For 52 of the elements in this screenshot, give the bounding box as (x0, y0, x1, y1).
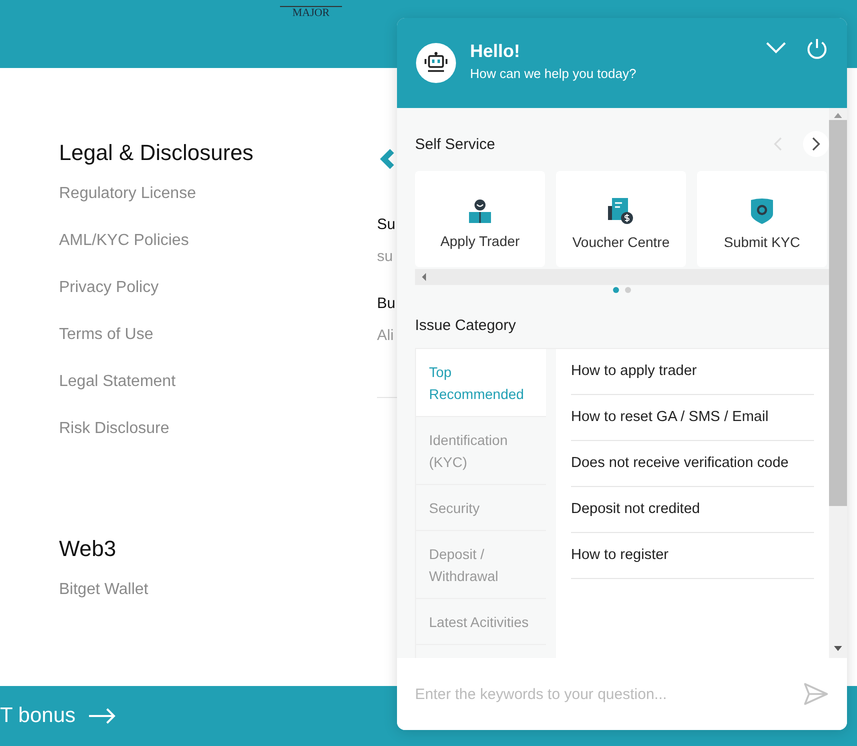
chat-title: Hello! (470, 41, 522, 62)
column-text: su (377, 247, 394, 267)
next-button[interactable] (803, 131, 829, 157)
column-text: Ali (377, 326, 395, 346)
power-icon (806, 38, 828, 60)
scrollbar[interactable] (415, 269, 829, 285)
send-icon (803, 682, 829, 706)
page-dot[interactable] (625, 287, 631, 293)
footer-link[interactable]: Privacy Policy (59, 278, 377, 298)
chevron-right-icon (812, 137, 820, 151)
category-tab[interactable]: Security (416, 485, 546, 531)
arrow-right-icon[interactable] (88, 708, 116, 724)
scroll-down-icon[interactable] (833, 645, 843, 653)
send-button[interactable] (803, 682, 829, 706)
section-title: Issue Category (415, 317, 517, 334)
footer-link[interactable]: Regulatory License (59, 184, 377, 204)
collapse-button[interactable] (766, 42, 786, 54)
question-link[interactable]: Does not receive verification code (571, 441, 814, 487)
banner-text: T bonus (0, 704, 76, 728)
category-tab[interactable]: Deposit / Withdrawal (416, 531, 546, 599)
power-button[interactable] (806, 38, 828, 60)
page-dot[interactable] (613, 287, 619, 293)
category-tab[interactable]: Identification (KYC) (416, 417, 546, 485)
footer-link[interactable]: AML/KYC Policies (59, 231, 377, 251)
scrollbar[interactable] (829, 108, 847, 658)
footer-link[interactable]: Legal Statement (59, 372, 377, 392)
footer-link[interactable]: Risk Disclosure (59, 419, 377, 439)
service-card[interactable]: Apply Trader (415, 171, 545, 267)
column-heading: Su (377, 215, 396, 235)
person-icon (469, 199, 491, 223)
service-card[interactable]: Submit KYC (697, 171, 827, 267)
category-tab[interactable]: Top Recommended (416, 349, 546, 417)
chat-subtitle: How can we help you today? (470, 66, 638, 81)
category-tab[interactable]: Latest Acitivities (416, 599, 546, 645)
footer-link[interactable]: Bitget Wallet (59, 580, 377, 600)
section-title: Self Service (415, 136, 496, 152)
section-heading: Web3 (59, 536, 118, 562)
footer-link[interactable]: Terms of Use (59, 325, 377, 345)
column-heading: Bu (377, 294, 396, 314)
chevron-left-icon (774, 137, 782, 151)
shield-icon (751, 198, 773, 224)
logo-text: MAJOR (292, 7, 330, 19)
question-link[interactable]: How to apply trader (571, 349, 814, 395)
robot-icon (424, 52, 448, 74)
section-heading: Legal & Disclosures (59, 140, 254, 166)
service-card[interactable]: Voucher Centre (556, 171, 686, 267)
scroll-left-icon[interactable] (421, 272, 427, 282)
question-link[interactable]: How to reset GA / SMS / Email (571, 395, 814, 441)
question-link[interactable]: How to register (571, 533, 814, 579)
receipt-icon (608, 198, 634, 224)
chevron-down-icon (766, 42, 786, 54)
question-link[interactable]: Deposit not credited (571, 487, 814, 533)
